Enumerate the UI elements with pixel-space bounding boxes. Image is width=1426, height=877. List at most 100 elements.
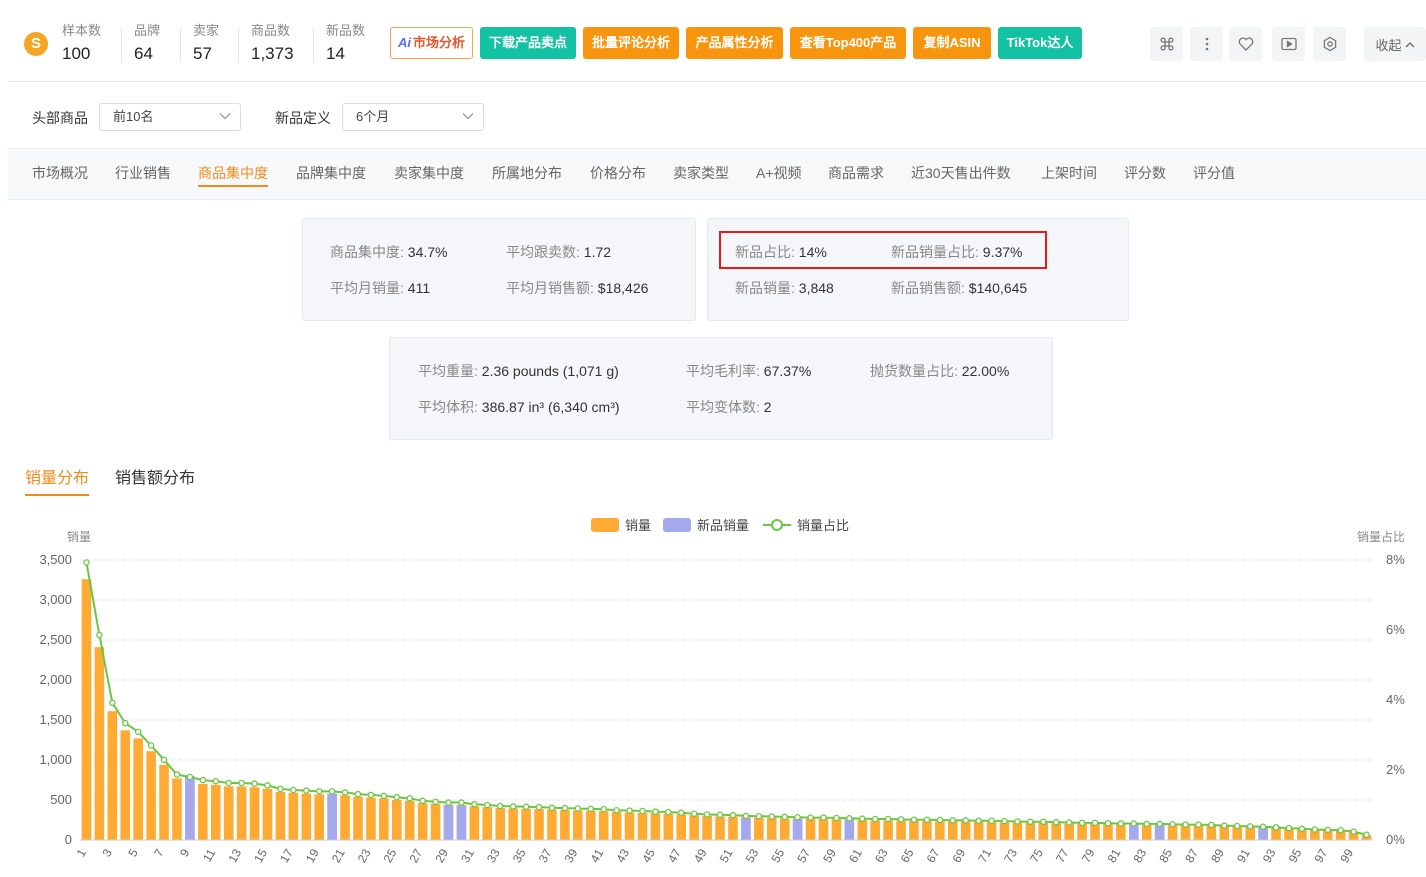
video-icon[interactable] (1272, 27, 1305, 61)
attribute-analysis-button[interactable]: 产品属性分析 (686, 27, 783, 59)
sales-bar (1064, 823, 1074, 840)
ratio-point (794, 814, 801, 821)
divider (238, 28, 239, 62)
ratio-point (173, 771, 181, 778)
metric-new-revenue: 新品销售额: $140,645 (891, 278, 1027, 298)
sales-bar (818, 819, 829, 840)
command-icon[interactable] (1150, 27, 1183, 61)
metric-avg-monthly-sales: 平均月销量: 411 (330, 278, 430, 298)
download-selling-points-button[interactable]: 下载产品卖点 (480, 27, 576, 59)
tab-sales-distribution[interactable]: 销量分布 (25, 464, 90, 496)
ratio-point (419, 797, 426, 805)
new-sales-bar (327, 793, 337, 840)
ratio-point (225, 779, 232, 787)
sales-bar (353, 796, 363, 840)
tab-30day-units-sold[interactable]: 近30天售出件数 (911, 163, 1011, 183)
stat-value: 57 (193, 44, 212, 63)
copy-asin-button[interactable]: 复制ASIN (913, 27, 991, 59)
sales-bar (689, 815, 699, 840)
legend-ratio-marker (771, 519, 783, 531)
tab-rating-value[interactable]: 评分值 (1193, 163, 1235, 183)
ratio-point (393, 794, 401, 801)
tab-listing-time[interactable]: 上架时间 (1041, 163, 1097, 183)
head-products-select[interactable]: 前10名 (99, 103, 241, 131)
tab-product-concentration[interactable]: 商品集中度 (198, 163, 268, 187)
ratio-point (1259, 823, 1267, 830)
tab-rating-count[interactable]: 评分数 (1124, 163, 1166, 183)
stat-brand-count: 品牌 64 (134, 20, 160, 64)
sales-bar (560, 810, 570, 840)
sales-bar (715, 816, 725, 840)
sales-bar (521, 808, 531, 840)
sales-bar (1103, 824, 1113, 840)
tiktok-influencer-button[interactable]: TikTok达人 (998, 27, 1082, 59)
ratio-point (96, 631, 103, 639)
tab-industry-sales[interactable]: 行业销售 (115, 163, 171, 183)
top400-products-button[interactable]: 查看Top400产品 (790, 27, 906, 59)
tab-aplus-video[interactable]: A+视频 (756, 163, 802, 183)
x-tick-label: 61 (846, 846, 865, 865)
x-tick-label: 47 (665, 846, 684, 865)
y2-tick-label: 6% (1386, 622, 1405, 637)
ratio-point (1014, 818, 1021, 825)
logistics-metrics-box (389, 337, 1053, 440)
new-product-definition-select[interactable]: 6个月 (342, 103, 484, 131)
x-tick-label: 53 (743, 846, 762, 865)
metric-key: 平均毛利率: (686, 363, 760, 379)
chevron-down-icon (462, 113, 474, 120)
metric-value: 386.87 in³ (6,340 cm³) (481, 399, 620, 415)
sales-bar (1051, 823, 1061, 840)
tab-seller-concentration[interactable]: 卖家集中度 (394, 163, 464, 183)
sales-bar (198, 784, 208, 840)
sales-bar (624, 812, 635, 840)
x-tick-label: 35 (510, 846, 529, 865)
tab-location-distribution[interactable]: 所属地分布 (492, 163, 562, 183)
new-sales-bar (741, 818, 751, 840)
sales-bar (482, 807, 493, 840)
ai-button-label: 市场分析 (412, 35, 465, 50)
sales-bar (275, 792, 286, 840)
ratio-point (1078, 819, 1086, 827)
tab-brand-concentration[interactable]: 品牌集中度 (296, 163, 366, 183)
metric-avg-weight: 平均重量: 2.36 pounds (1,071 g) (418, 361, 619, 381)
x-tick-label: 49 (691, 846, 710, 865)
ai-market-analysis-button[interactable]: Ai 市场分析 (390, 27, 473, 59)
ratio-point (160, 756, 168, 764)
y-tick-label: 2,500 (39, 632, 72, 647)
tab-market-overview[interactable]: 市场概况 (32, 163, 88, 183)
sales-bar (340, 795, 350, 840)
ratio-point (1091, 819, 1099, 827)
x-tick-label: 43 (613, 846, 632, 865)
metric-product-concentration: 商品集中度: 34.7% (330, 242, 447, 262)
heart-icon[interactable] (1229, 27, 1262, 61)
batch-review-analysis-button[interactable]: 批量评论分析 (583, 27, 679, 59)
x-tick-label: 31 (458, 846, 477, 865)
ratio-point (1324, 826, 1331, 834)
sales-bar (779, 818, 790, 840)
ratio-point (910, 816, 918, 823)
stat-seller-count: 卖家 57 (193, 20, 219, 64)
ratio-point (936, 816, 944, 824)
sales-bar (883, 820, 893, 840)
ratio-point (1052, 818, 1060, 826)
sales-bar (1090, 824, 1100, 840)
metric-key: 商品集中度: (330, 244, 404, 260)
ratio-point (1311, 826, 1319, 833)
ratio-point (988, 817, 995, 825)
x-tick-label: 7 (151, 846, 167, 859)
more-vertical-icon[interactable] (1190, 27, 1223, 61)
collapse-button[interactable]: 收起 (1364, 27, 1426, 61)
metric-key: 平均体积: (418, 399, 478, 415)
sales-bar (1038, 823, 1049, 840)
tab-seller-type[interactable]: 卖家类型 (673, 163, 729, 183)
ratio-point (445, 799, 452, 806)
ratio-point (1208, 821, 1215, 829)
ratio-point (897, 816, 905, 823)
tab-revenue-distribution[interactable]: 销售额分布 (115, 464, 195, 488)
ratio-point (548, 804, 556, 812)
ratio-point (729, 811, 737, 819)
tab-product-demand[interactable]: 商品需求 (828, 163, 884, 183)
tab-price-distribution[interactable]: 价格分布 (590, 163, 646, 183)
settings-icon[interactable] (1313, 27, 1346, 61)
metric-key: 平均变体数: (686, 399, 760, 415)
